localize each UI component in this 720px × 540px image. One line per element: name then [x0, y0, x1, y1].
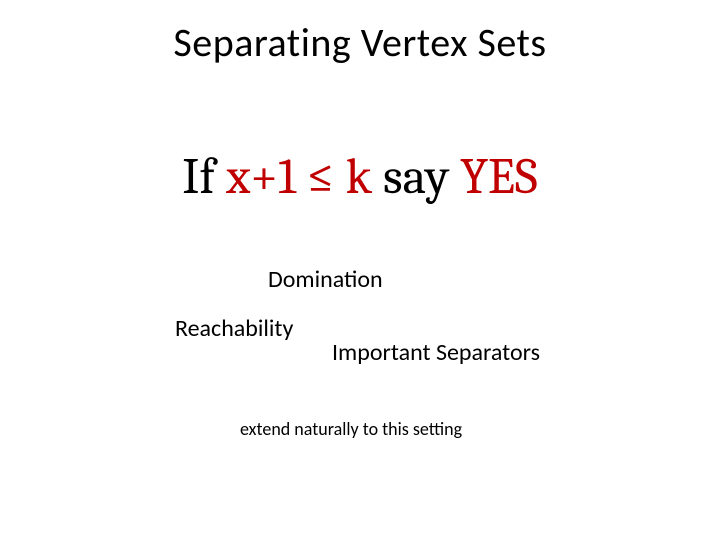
word-if: If [182, 148, 226, 206]
condition-formula: If x+1 ≤ k say YES [0, 152, 720, 202]
word-say: say [383, 148, 460, 206]
label-extend: extend naturally to this setting [240, 418, 462, 440]
expr-lhs: x+1 [226, 148, 307, 206]
slide: Separating Vertex Sets If x+1 ≤ k say YE… [0, 0, 720, 540]
label-important-separators: Important Separators [332, 338, 540, 367]
label-domination: Domination [268, 265, 383, 294]
expr-rhs: k [335, 148, 383, 206]
page-title: Separating Vertex Sets [0, 18, 720, 67]
word-yes: YES [460, 148, 538, 206]
label-reachability: Reachability [175, 314, 293, 343]
leq-symbol: ≤ [307, 148, 335, 206]
